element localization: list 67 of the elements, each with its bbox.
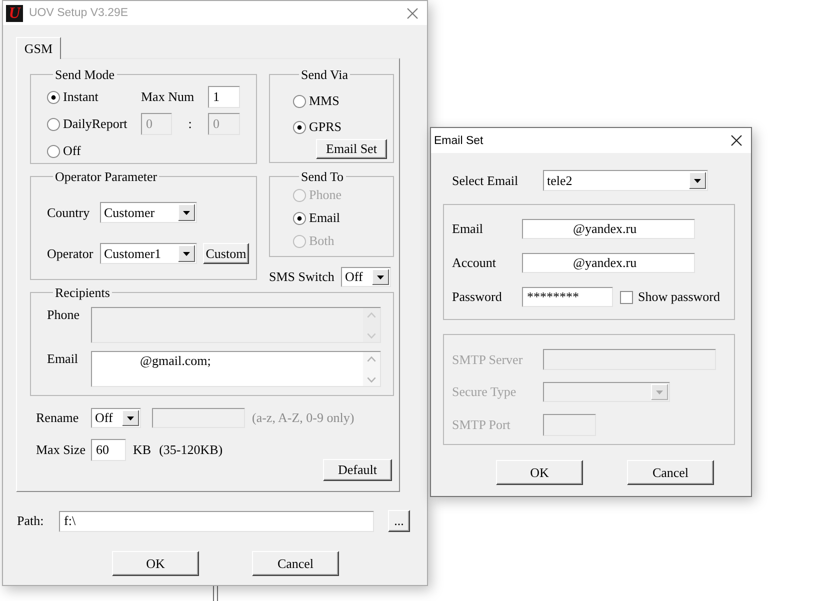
field-label: Path: xyxy=(17,513,45,529)
group-title: Send To xyxy=(300,169,345,184)
dropdown[interactable]: Customer1 xyxy=(100,243,197,264)
input-field[interactable]: 1 xyxy=(208,86,240,108)
radio-button[interactable]: Instant xyxy=(47,87,98,107)
input-field[interactable]: 60 xyxy=(91,439,126,461)
radio-button[interactable]: Off xyxy=(47,141,81,161)
field-label: Max Num xyxy=(141,89,196,105)
email-set-button[interactable]: Email Set xyxy=(316,139,387,159)
field-label: Rename xyxy=(36,410,80,426)
dropdown[interactable]: Customer xyxy=(100,202,197,223)
field-label: SMTP Server xyxy=(452,352,524,368)
field-label: Phone xyxy=(47,307,80,324)
dropdown-arrow-icon xyxy=(651,384,668,400)
group-title: Recipients xyxy=(54,285,111,300)
path-field[interactable]: f:\ xyxy=(59,510,374,532)
browse-button[interactable]: ... xyxy=(388,510,410,532)
dropdown[interactable]: tele2 xyxy=(543,170,708,191)
window-title: Email Set xyxy=(434,134,484,146)
field-label: SMS Switch xyxy=(269,269,336,285)
field-label: SMTP Port xyxy=(452,417,512,433)
tab[interactable]: GSM xyxy=(16,37,61,59)
scroll-up-icon[interactable] xyxy=(367,356,376,362)
hint-text: (a-z, A-Z, 0-9 only) xyxy=(252,410,354,426)
separator-text: : xyxy=(188,116,192,132)
password-field[interactable]: ******** xyxy=(522,287,613,307)
radio-button[interactable]: MMS xyxy=(293,91,340,111)
default-button[interactable]: Default xyxy=(323,459,392,481)
group-title: Send Mode xyxy=(54,67,116,82)
radio-button[interactable]: GPRS xyxy=(293,117,342,137)
radio-button[interactable]: DailyReport xyxy=(47,114,128,134)
dropdown-arrow-icon xyxy=(122,410,139,426)
dropdown-arrow-icon xyxy=(178,204,195,221)
close-icon xyxy=(406,8,418,18)
field-label: Email xyxy=(47,351,80,368)
field-label: Select Email xyxy=(452,172,520,188)
ok-button[interactable]: OK xyxy=(112,551,199,576)
field-label: Country xyxy=(47,204,91,220)
window-title: UOV Setup V3.29E xyxy=(29,7,128,19)
dropdown[interactable]: Off xyxy=(91,408,141,428)
group-title: Operator Parameter xyxy=(54,169,158,184)
dropdown-arrow-icon xyxy=(689,172,706,189)
unit-label: KB xyxy=(133,442,152,458)
cancel-button[interactable]: Cancel xyxy=(252,551,339,576)
dropdown[interactable]: Off xyxy=(341,267,391,287)
group-title: Send Via xyxy=(300,67,350,82)
cancel-button[interactable]: Cancel xyxy=(627,460,714,485)
input-field[interactable]: @yandex.ru xyxy=(522,219,695,239)
input-field[interactable]: @yandex.ru xyxy=(522,253,695,273)
scrollbar[interactable] xyxy=(363,352,380,386)
field-label: Password xyxy=(452,289,503,305)
app-logo: U xyxy=(6,4,23,22)
field-label: Operator xyxy=(47,246,94,262)
scroll-down-icon[interactable] xyxy=(367,377,376,383)
field-label: Account xyxy=(452,255,498,271)
custom-button[interactable]: Custom xyxy=(203,243,249,264)
range-text: (35-120KB) xyxy=(159,442,223,458)
field-label: Email xyxy=(452,221,484,237)
field-label: Secure Type xyxy=(452,384,518,400)
ok-button[interactable]: OK xyxy=(496,460,583,485)
field-label: Max Size xyxy=(36,442,86,458)
dropdown-arrow-icon xyxy=(372,269,389,285)
dropdown-arrow-icon xyxy=(178,245,195,262)
show-password-checkbox[interactable]: Show password xyxy=(620,289,720,305)
text-area[interactable]: @gmail.com; xyxy=(91,351,381,387)
close-icon xyxy=(730,135,742,146)
radio-button[interactable]: Email xyxy=(293,208,340,228)
